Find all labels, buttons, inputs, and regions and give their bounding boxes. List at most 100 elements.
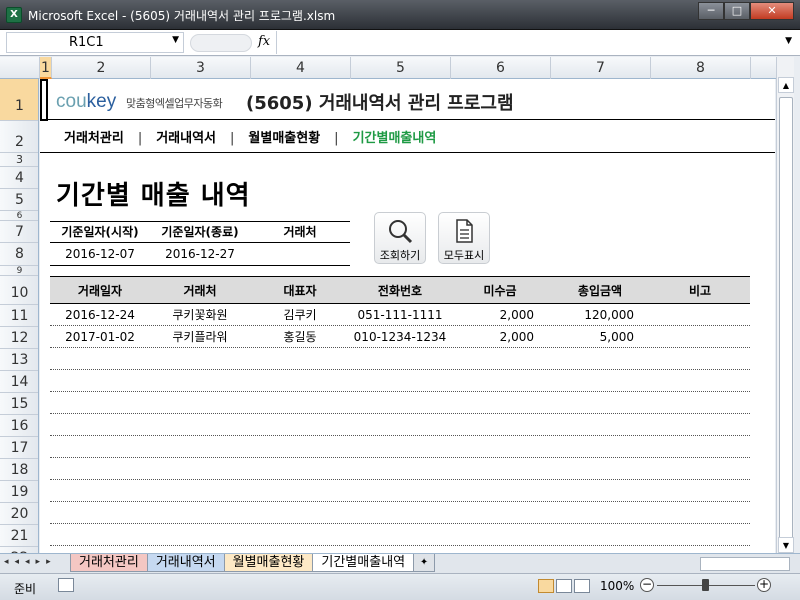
formula-input[interactable]	[276, 31, 776, 54]
table-cell[interactable]: 051-111-1111	[350, 304, 450, 325]
name-box-dropdown-icon[interactable]: ▼	[172, 35, 179, 45]
column-header[interactable]: 4	[251, 57, 351, 79]
column-header[interactable]: 6	[451, 57, 551, 79]
sheet-tab[interactable]: 거래처관리	[70, 554, 148, 572]
table-row-empty[interactable]	[50, 502, 750, 524]
sheet-tab-bar: ◂◂◂▸▸ 거래처관리 거래내역서 월별매출현황 기간별매출내역 ✦	[0, 553, 800, 573]
row-header[interactable]: 2	[0, 121, 38, 153]
window-title: Microsoft Excel - (5605) 거래내역서 관리 프로그램.x…	[28, 9, 336, 23]
table-row-empty[interactable]	[50, 436, 750, 458]
zoom-in-icon[interactable]: +	[757, 578, 771, 592]
table-row-empty[interactable]	[50, 546, 750, 553]
sheet-tab[interactable]: 월별매출현황	[223, 554, 314, 572]
excel-app-icon[interactable]: X	[6, 7, 22, 23]
zoom-slider-thumb[interactable]	[702, 579, 709, 591]
search-button[interactable]: 조회하기	[374, 212, 426, 264]
macro-record-icon[interactable]	[58, 578, 74, 592]
row-header[interactable]: 13	[0, 349, 38, 371]
sheet-tab[interactable]: 거래내역서	[146, 554, 225, 572]
row-header[interactable]: 12	[0, 327, 38, 349]
client-field[interactable]	[250, 243, 350, 265]
table-row-empty[interactable]	[50, 370, 750, 392]
sheet-tab-active[interactable]: 기간별매출내역	[312, 554, 415, 572]
row-header[interactable]: 19	[0, 481, 38, 503]
table-row-empty[interactable]	[50, 458, 750, 480]
table-cell[interactable]: 5,000	[550, 326, 650, 347]
formula-expand-chevron-icon[interactable]: ▼	[785, 36, 792, 46]
row-header[interactable]: 5	[0, 189, 38, 211]
table-cell[interactable]: 2,000	[450, 304, 550, 325]
table-row-empty[interactable]	[50, 348, 750, 370]
table-cell[interactable]: 2017-01-02	[50, 326, 150, 347]
table-cell[interactable]: 010-1234-1234	[350, 326, 450, 347]
insert-function-icon[interactable]: fx	[258, 34, 270, 49]
active-cell[interactable]	[40, 79, 48, 121]
row-header[interactable]: 15	[0, 393, 38, 415]
table-row-empty[interactable]	[50, 414, 750, 436]
table-cell[interactable]: 2016-12-24	[50, 304, 150, 325]
row-header[interactable]: 9	[0, 266, 38, 276]
zoom-out-icon[interactable]: −	[640, 578, 654, 592]
column-header[interactable]: 3	[151, 57, 251, 79]
table-header-cell: 거래일자	[77, 284, 123, 298]
table-row[interactable]: 2016-12-24 쿠키꽃화원 김쿠키 051-111-1111 2,000 …	[50, 304, 750, 326]
table-cell[interactable]: 120,000	[550, 304, 650, 325]
row-header[interactable]: 11	[0, 305, 38, 327]
row-header[interactable]: 10	[0, 276, 38, 305]
end-date-field[interactable]: 2016-12-27	[150, 243, 250, 265]
row-header[interactable]: 16	[0, 415, 38, 437]
show-all-button[interactable]: 모두표시	[438, 212, 490, 264]
table-row-empty[interactable]	[50, 392, 750, 414]
column-header[interactable]: 7	[551, 57, 651, 79]
minimize-button[interactable]: ─	[698, 2, 724, 20]
table-cell[interactable]	[650, 304, 750, 325]
select-all-corner[interactable]	[0, 57, 40, 79]
row-header[interactable]: 1	[0, 79, 38, 121]
tab-scroll-arrows-icon[interactable]: ◂◂◂▸▸	[4, 557, 57, 567]
table-cell[interactable]	[650, 326, 750, 347]
table-cell[interactable]: 홍길동	[250, 326, 350, 347]
table-row[interactable]: 2017-01-02 쿠키플라워 홍길동 010-1234-1234 2,000…	[50, 326, 750, 348]
scroll-down-arrow-icon[interactable]: ▼	[778, 537, 794, 553]
column-header[interactable]: 8	[651, 57, 751, 79]
page-layout-view-icon[interactable]	[556, 579, 572, 593]
column-header[interactable]: 5	[351, 57, 451, 79]
table-row-empty[interactable]	[50, 480, 750, 502]
scrollbar-thumb[interactable]	[779, 97, 793, 577]
horizontal-scrollbar[interactable]	[700, 557, 790, 571]
zoom-level[interactable]: 100%	[600, 579, 634, 593]
row-header[interactable]: 20	[0, 503, 38, 525]
nav-item-monthly-sales[interactable]: 월별매출현황	[248, 127, 320, 146]
row-header[interactable]: 3	[0, 153, 38, 167]
row-header[interactable]: 8	[0, 243, 38, 266]
restore-button[interactable]: □	[724, 2, 750, 20]
row-header[interactable]: 17	[0, 437, 38, 459]
row-header[interactable]: 6	[0, 211, 38, 221]
row-header[interactable]: 21	[0, 525, 38, 547]
column-header[interactable]: 1	[40, 57, 52, 79]
worksheet-grid[interactable]: coukey 맞춤형엑셀업무자동화 (5605) 거래내역서 관리 프로그램 거…	[40, 79, 775, 553]
row-header[interactable]: 14	[0, 371, 38, 393]
formula-bar-expander[interactable]	[190, 34, 252, 52]
column-header[interactable]: 2	[52, 57, 151, 79]
vertical-scrollbar[interactable]: ▲ ▼	[776, 57, 794, 577]
insert-sheet-icon[interactable]: ✦	[413, 554, 436, 572]
table-cell[interactable]: 김쿠키	[250, 304, 350, 325]
scroll-up-arrow-icon[interactable]: ▲	[778, 77, 794, 93]
normal-view-icon[interactable]	[538, 579, 554, 593]
close-button[interactable]: ✕	[750, 2, 794, 20]
row-header[interactable]: 4	[0, 167, 38, 189]
start-date-field[interactable]: 2016-12-07	[50, 243, 150, 265]
table-cell[interactable]: 쿠키플라워	[150, 326, 250, 347]
name-box[interactable]: R1C1 ▼	[6, 32, 184, 53]
row-header[interactable]: 7	[0, 221, 38, 243]
row-header[interactable]: 18	[0, 459, 38, 481]
nav-item-client-management[interactable]: 거래처관리	[64, 127, 124, 146]
nav-item-period-sales[interactable]: 기간별매출내역	[353, 127, 437, 146]
table-row-empty[interactable]	[50, 524, 750, 546]
nav-item-transaction-statement[interactable]: 거래내역서	[156, 127, 216, 146]
page-break-view-icon[interactable]	[574, 579, 590, 593]
filter-header-end-date: 기준일자(종료)	[161, 225, 239, 239]
table-cell[interactable]: 2,000	[450, 326, 550, 347]
table-cell[interactable]: 쿠키꽃화원	[150, 304, 250, 325]
